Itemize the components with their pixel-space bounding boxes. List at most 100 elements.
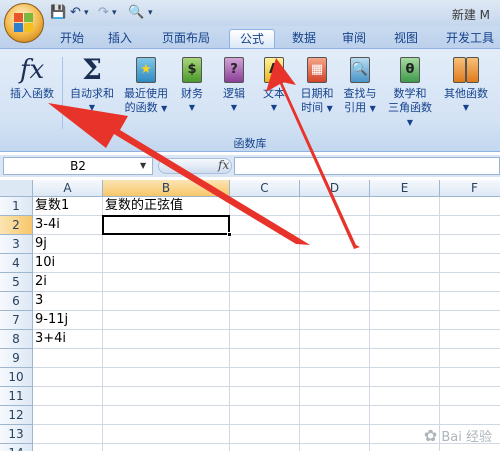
cell-d6[interactable] (300, 292, 370, 311)
cell-e8[interactable] (370, 330, 440, 349)
date-time-button[interactable]: ▦ 日期和 时间 ▼ (296, 55, 338, 116)
undo-dropdown-icon[interactable]: ▾ (84, 8, 89, 18)
column-header-a[interactable]: A (33, 180, 103, 197)
office-button[interactable] (4, 3, 44, 43)
cell-e7[interactable] (370, 311, 440, 330)
cell-a11[interactable] (33, 387, 103, 406)
cell-b4[interactable] (103, 254, 230, 273)
more-functions-button[interactable]: 其他函数 ▼ (440, 55, 492, 115)
row-header-3[interactable]: 3 (0, 235, 33, 254)
cell-b10[interactable] (103, 368, 230, 387)
tab-data[interactable]: 数据 (284, 29, 324, 48)
cell-e5[interactable] (370, 273, 440, 292)
lookup-reference-button[interactable]: 🔍 查找与 引用 ▼ (340, 55, 380, 116)
cell-c5[interactable] (230, 273, 300, 292)
cell-c9[interactable] (230, 349, 300, 368)
cell-c11[interactable] (230, 387, 300, 406)
cell-a1[interactable]: 复数1 (33, 197, 103, 216)
column-header-e[interactable]: E (370, 180, 440, 197)
row-header-11[interactable]: 11 (0, 387, 33, 406)
cell-e10[interactable] (370, 368, 440, 387)
fx-icon[interactable]: fx (218, 158, 229, 172)
tab-insert[interactable]: 插入 (100, 29, 140, 48)
cell-b13[interactable] (103, 425, 230, 444)
cell-d14[interactable] (300, 444, 370, 451)
column-header-f[interactable]: F (440, 180, 500, 197)
cell-f7[interactable] (440, 311, 500, 330)
cell-c6[interactable] (230, 292, 300, 311)
cell-f4[interactable] (440, 254, 500, 273)
cell-f5[interactable] (440, 273, 500, 292)
row-header-2[interactable]: 2 (0, 216, 33, 235)
row-header-6[interactable]: 6 (0, 292, 33, 311)
cell-f14[interactable] (440, 444, 500, 451)
name-box[interactable]: B2 (3, 157, 153, 175)
cell-c8[interactable] (230, 330, 300, 349)
cell-a10[interactable] (33, 368, 103, 387)
tab-page-layout[interactable]: 页面布局 (152, 29, 220, 48)
autosum-button[interactable]: Σ 自动求和 ▼ (64, 55, 120, 115)
cell-b7[interactable] (103, 311, 230, 330)
cell-b12[interactable] (103, 406, 230, 425)
cell-f12[interactable] (440, 406, 500, 425)
cell-a13[interactable] (33, 425, 103, 444)
column-header-b[interactable]: B (103, 180, 230, 197)
cell-b1[interactable]: 复数的正弦值 (103, 197, 230, 216)
tab-review[interactable]: 审阅 (334, 29, 374, 48)
cell-a8[interactable]: 3+4i (33, 330, 103, 349)
cell-b6[interactable] (103, 292, 230, 311)
cell-d8[interactable] (300, 330, 370, 349)
cell-e1[interactable] (370, 197, 440, 216)
cell-e3[interactable] (370, 235, 440, 254)
row-header-8[interactable]: 8 (0, 330, 33, 349)
cell-f10[interactable] (440, 368, 500, 387)
cell-e9[interactable] (370, 349, 440, 368)
cell-e12[interactable] (370, 406, 440, 425)
cell-c12[interactable] (230, 406, 300, 425)
redo-dropdown-icon[interactable]: ▾ (112, 8, 117, 18)
cell-c14[interactable] (230, 444, 300, 451)
cell-d12[interactable] (300, 406, 370, 425)
cell-d10[interactable] (300, 368, 370, 387)
cell-c4[interactable] (230, 254, 300, 273)
cell-c2[interactable] (230, 216, 300, 235)
cell-b8[interactable] (103, 330, 230, 349)
row-header-9[interactable]: 9 (0, 349, 33, 368)
cell-d13[interactable] (300, 425, 370, 444)
chevron-down-icon[interactable]: ▼ (140, 161, 146, 170)
cell-a5[interactable]: 2i (33, 273, 103, 292)
row-header-14[interactable]: 14 (0, 444, 33, 451)
column-header-c[interactable]: C (230, 180, 300, 197)
print-preview-icon[interactable]: 🔍 (128, 5, 144, 20)
cell-c1[interactable] (230, 197, 300, 216)
math-trig-button[interactable]: θ 数学和 三角函数 ▼ (384, 55, 436, 130)
cell-a3[interactable]: 9j (33, 235, 103, 254)
cell-e2[interactable] (370, 216, 440, 235)
cell-e4[interactable] (370, 254, 440, 273)
cell-e14[interactable] (370, 444, 440, 451)
cell-b9[interactable] (103, 349, 230, 368)
undo-icon[interactable]: ↶ (70, 5, 81, 20)
cell-c3[interactable] (230, 235, 300, 254)
cell-e11[interactable] (370, 387, 440, 406)
cell-f6[interactable] (440, 292, 500, 311)
recent-functions-button[interactable]: ★ 最近使用 的函数 ▼ (120, 55, 172, 116)
cell-a12[interactable] (33, 406, 103, 425)
cell-c10[interactable] (230, 368, 300, 387)
row-header-12[interactable]: 12 (0, 406, 33, 425)
cell-b5[interactable] (103, 273, 230, 292)
cell-f8[interactable] (440, 330, 500, 349)
cell-a14[interactable] (33, 444, 103, 451)
cell-e6[interactable] (370, 292, 440, 311)
cell-a4[interactable]: 10i (33, 254, 103, 273)
cell-c13[interactable] (230, 425, 300, 444)
row-header-5[interactable]: 5 (0, 273, 33, 292)
logical-button[interactable]: ? 逻辑 ▼ (216, 55, 252, 115)
row-header-7[interactable]: 7 (0, 311, 33, 330)
column-header-d[interactable]: D (300, 180, 370, 197)
cell-b14[interactable] (103, 444, 230, 451)
cell-f3[interactable] (440, 235, 500, 254)
worksheet-grid[interactable]: A B C D E F 1 复数1 复数的正弦值 2 3-4i 3 9j 4 10i 5 2i 6 3 7 9-11j 8… (0, 180, 500, 451)
cell-a7[interactable]: 9-11j (33, 311, 103, 330)
row-header-13[interactable]: 13 (0, 425, 33, 444)
